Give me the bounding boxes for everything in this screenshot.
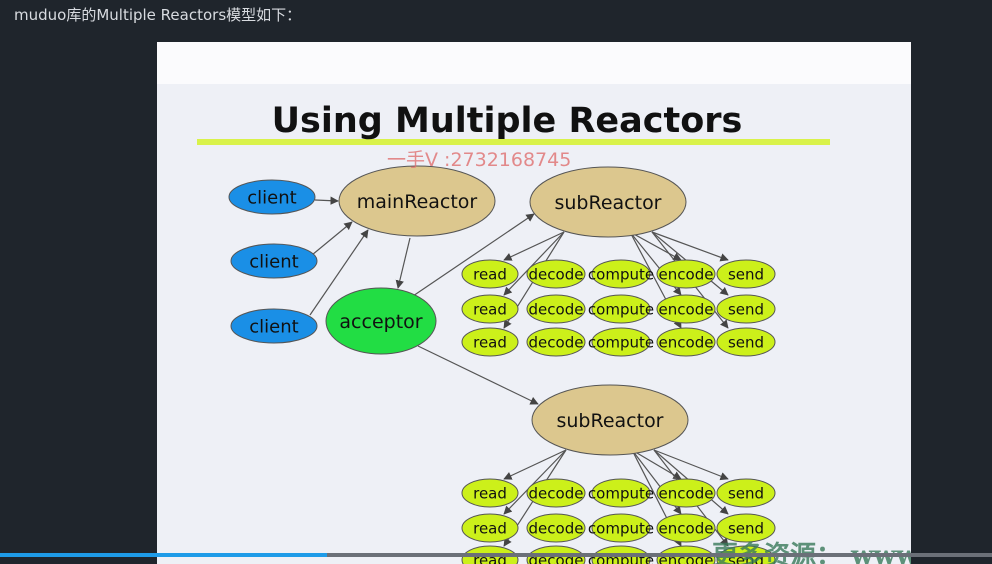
task-node-read-label: read [473,300,507,318]
task-node-send: send [716,478,776,508]
main-reactor-node-label: mainReactor [357,191,478,213]
acceptor-node-label: acceptor [339,311,422,333]
client-node: client [230,308,318,344]
task-node-decode-label: decode [529,484,584,502]
task-node-encode: encode [656,478,716,508]
task-node-compute-label: compute [588,519,654,537]
task-node-read: read [461,478,519,508]
task-node-encode-label: encode [659,300,714,318]
task-node-send: send [716,513,776,543]
acceptor-node: acceptor [325,287,437,355]
task-node-encode: encode [656,294,716,324]
task-node-encode-label: encode [659,519,714,537]
video-progress-bar[interactable] [0,553,992,557]
task-node-decode: decode [526,478,586,508]
task-node-compute: compute [588,294,654,324]
task-node-read: read [461,259,519,289]
task-node-encode-label: encode [659,333,714,351]
sub-reactor-node: subReactor [531,384,689,456]
page-caption: muduo库的Multiple Reactors模型如下： [14,6,302,24]
task-node-decode: decode [526,259,586,289]
task-node-encode-label: encode [659,265,714,283]
client-node-label: client [249,251,298,272]
client-node-label: client [249,316,298,337]
client-node: client [228,179,316,215]
client-node: client [230,243,318,279]
task-node-decode-label: decode [529,300,584,318]
task-node-read-label: read [473,265,507,283]
task-node-send-label: send [728,333,764,351]
task-node-decode: decode [526,327,586,357]
task-node-encode: encode [656,327,716,357]
sub-reactor-node: subReactor [529,166,687,238]
task-node-read-label: read [473,484,507,502]
task-node-send: send [716,259,776,289]
task-node-read: read [461,294,519,324]
task-node-send-label: send [728,519,764,537]
task-node-send: send [716,327,776,357]
multiple-reactors-diagram: client client client mainReactor acceptor sub… [197,101,911,564]
task-node-decode-label: decode [529,519,584,537]
video-progress-fill [0,553,328,557]
task-node-encode-label: encode [659,484,714,502]
task-node-send-label: send [728,265,764,283]
task-node-read: read [461,513,519,543]
main-reactor-node: mainReactor [338,165,496,237]
task-node-compute-label: compute [588,300,654,318]
task-node-compute-label: compute [588,484,654,502]
task-node-compute-label: compute [588,265,654,283]
task-node-decode-label: decode [529,265,584,283]
task-node-read-label: read [473,333,507,351]
task-node-send-label: send [728,484,764,502]
sub-reactor-node-label: subReactor [554,192,661,214]
client-node-label: client [247,187,296,208]
diagram-slide: client client client mainReactor acceptor sub… [157,42,911,564]
task-node-send-label: send [728,300,764,318]
task-node-send: send [716,294,776,324]
task-node-encode: encode [656,259,716,289]
sub-reactor-node-label: subReactor [556,410,663,432]
task-node-decode: decode [526,513,586,543]
task-node-read-label: read [473,519,507,537]
connector-arrow [395,237,411,289]
task-node-compute: compute [588,259,654,289]
task-node-decode-label: decode [529,333,584,351]
task-node-encode: encode [656,513,716,543]
task-node-compute: compute [588,513,654,543]
connector-arrow [314,196,339,205]
task-node-read: read [461,327,519,357]
task-node-decode: decode [526,294,586,324]
task-node-compute-label: compute [588,333,654,351]
watermark-contact: 一手V :2732168745 [387,149,571,171]
slide-title: Using Multiple Reactors [272,101,743,141]
task-node-compute: compute [588,478,654,508]
connector-arrow [311,221,353,256]
task-node-compute: compute [588,327,654,357]
